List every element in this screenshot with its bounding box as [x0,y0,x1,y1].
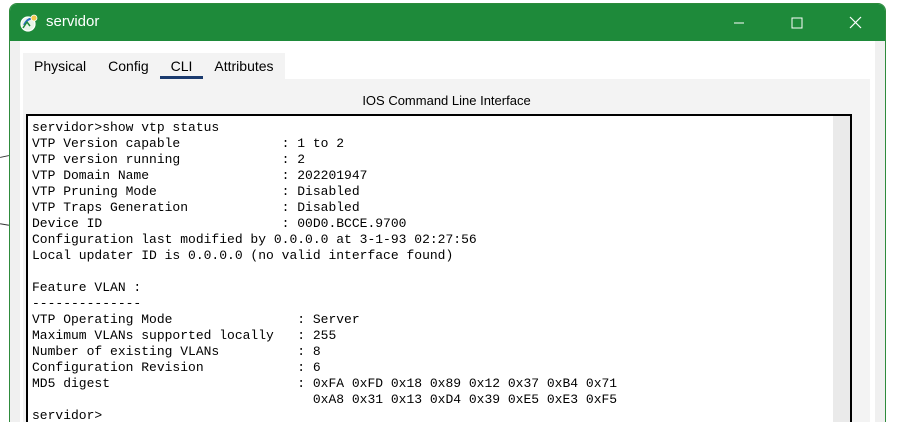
packet-tracer-icon [20,14,38,32]
tab-attributes[interactable]: Attributes [203,53,284,79]
cli-output[interactable]: servidor>show vtp status VTP Version cap… [32,120,617,422]
close-button[interactable] [826,4,884,41]
background-topology-link [0,155,10,158]
device-window: servidor Physical Config CLI Attributes … [9,3,886,422]
minimize-button[interactable] [710,4,768,41]
terminal-scrollbar[interactable] [833,116,850,422]
tab-bar: Physical Config CLI Attributes [23,53,285,79]
cli-panel: IOS Command Line Interface servidor>show… [23,79,870,422]
background-topology-link [0,223,10,226]
close-icon [849,16,861,29]
maximize-button[interactable] [768,4,826,41]
cli-heading: IOS Command Line Interface [362,93,531,108]
window-title: servidor [46,13,100,30]
tab-config[interactable]: Config [97,53,159,79]
desktop: servidor Physical Config CLI Attributes … [0,0,899,422]
tab-cli[interactable]: CLI [159,53,204,79]
minimize-icon [734,22,744,23]
window-client-area: Physical Config CLI Attributes IOS Comma… [20,41,875,422]
maximize-icon [791,17,803,28]
title-bar[interactable]: servidor [10,4,885,41]
cli-terminal[interactable]: servidor>show vtp status VTP Version cap… [26,114,852,422]
tab-physical[interactable]: Physical [23,53,97,79]
